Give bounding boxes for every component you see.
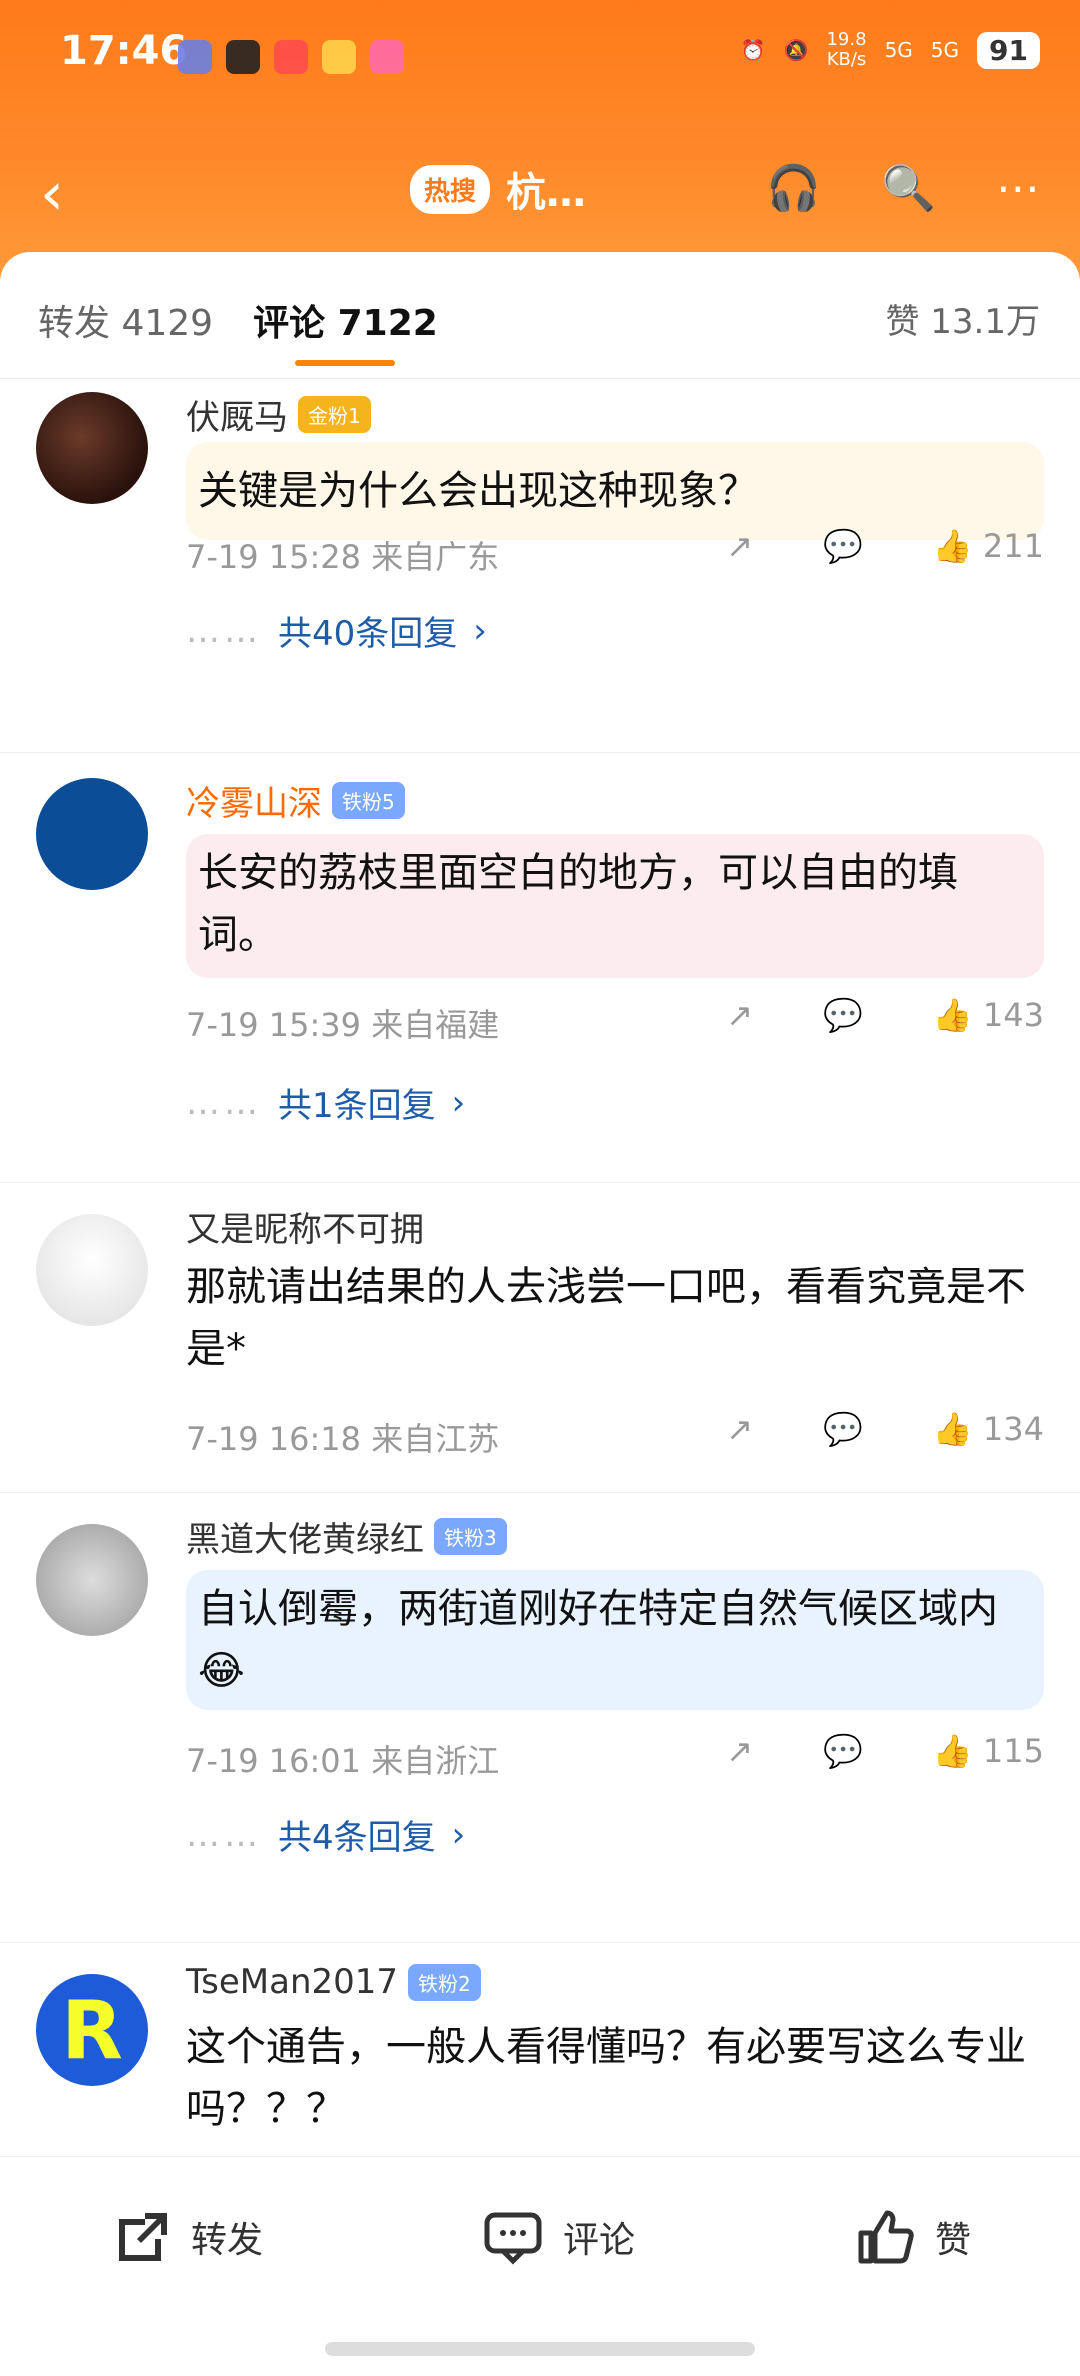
forward-button[interactable]: 转发 (109, 2205, 263, 2269)
comment-meta: 7-19 15:28 来自广东 (186, 538, 500, 576)
system-indicators: ⏰ 🔕 19.8 KB/s 5G 5G 91 (741, 30, 1040, 70)
comment-text[interactable]: 关键是为什么会出现这种现象？ (186, 442, 1044, 540)
chevron-right-icon: › (451, 1082, 466, 1123)
fan-badge: 铁粉3 (434, 1518, 507, 1555)
fan-badge: 金粉1 (298, 396, 371, 433)
view-replies[interactable]: …… 共4条回复 › (186, 1810, 465, 1859)
hot-search-badge: 热搜 (410, 164, 491, 214)
comment-actions: ↗ 💬 👍 134 (726, 1410, 1044, 1448)
reply-icon[interactable]: 💬 (823, 527, 863, 565)
mute-icon: 🔕 (783, 38, 809, 62)
headphones-icon[interactable]: 🎧 (766, 162, 821, 214)
view-replies[interactable]: …… 共40条回复 › (186, 606, 487, 655)
thumbs-up-icon: 👍 (932, 1732, 973, 1770)
comment-meta: 7-19 16:18 来自江苏 (186, 1420, 500, 1458)
comment-meta: 7-19 15:39 来自福建 (186, 1006, 500, 1044)
divider (0, 378, 1080, 379)
thumbs-up-icon: 👍 (932, 527, 973, 565)
share-icon[interactable]: ↗ (726, 1732, 753, 1770)
search-icon[interactable]: 🔍 (881, 162, 936, 214)
fan-badge: 铁粉5 (332, 782, 405, 819)
comment-text[interactable]: 这个通告，一般人看得懂吗？有必要写这么专业吗？？？ (186, 2016, 1044, 2140)
avatar[interactable] (36, 392, 148, 504)
header-bar: 17:46 ⏰ 🔕 19.8 KB/s 5G 5G 91 ‹ 热搜 杭… 🎧 🔍… (0, 0, 1080, 280)
back-icon[interactable]: ‹ (40, 164, 64, 224)
comment-text[interactable]: 那就请出结果的人去浅尝一口吧，看看究竟是不是* (186, 1256, 1044, 1380)
nav-bar: ‹ 热搜 杭… 🎧 🔍 ⋯ (0, 140, 1080, 250)
reply-icon[interactable]: 💬 (823, 1732, 863, 1770)
hot-search-title[interactable]: 热搜 杭… (410, 160, 586, 218)
chevron-right-icon: › (451, 1814, 466, 1855)
avatar[interactable] (36, 1524, 148, 1636)
share-icon[interactable]: ↗ (726, 527, 753, 565)
tab-likes[interactable]: 赞 13.1万 (885, 294, 1040, 343)
status-time: 17:46 (60, 28, 188, 74)
comment-text[interactable]: 自认倒霉，两街道刚好在特定自然气候区域内😂 (186, 1570, 1044, 1710)
tab-comments[interactable]: 评论 7122 (253, 294, 438, 366)
divider (0, 1942, 1080, 1943)
network-speed: 19.8 KB/s (826, 29, 867, 70)
avatar[interactable] (36, 1214, 148, 1326)
notification-app-icons (178, 40, 404, 74)
comment-text[interactable]: 长安的荔枝里面空白的地方，可以自由的填词。 (186, 834, 1044, 978)
comment-button[interactable]: 评论 (481, 2205, 635, 2269)
app-icon (370, 40, 404, 74)
signal-2: 5G (930, 38, 960, 62)
status-bar: 17:46 ⏰ 🔕 19.8 KB/s 5G 5G 91 (0, 0, 1080, 120)
app-icon (226, 40, 260, 74)
like-button[interactable]: 👍 134 (933, 1410, 1044, 1448)
comment-actions: ↗ 💬 👍 115 (726, 1732, 1044, 1770)
reply-icon[interactable]: 💬 (823, 996, 863, 1034)
signal-1: 5G (884, 38, 913, 62)
like-button[interactable]: 赞 (853, 2205, 971, 2269)
comment-actions: ↗ 💬 👍 143 (726, 996, 1044, 1034)
thumbs-up-icon (858, 2210, 914, 2264)
view-replies[interactable]: …… 共1条回复 › (186, 1078, 465, 1127)
bottom-action-bar: 转发 评论 赞 (0, 2156, 1080, 2317)
reply-icon[interactable]: 💬 (823, 1410, 863, 1448)
share-icon (118, 2213, 167, 2261)
avatar[interactable]: R (36, 1974, 148, 2086)
app-icon (322, 40, 356, 74)
tab-bar: 转发 4129 评论 7122 (38, 294, 438, 366)
like-button[interactable]: 👍 143 (933, 996, 1044, 1034)
divider (0, 1182, 1080, 1183)
alarm-icon: ⏰ (740, 38, 766, 62)
share-icon[interactable]: ↗ (726, 1410, 753, 1448)
app-icon (178, 40, 212, 74)
more-icon[interactable]: ⋯ (996, 163, 1040, 214)
tab-indicator (295, 360, 396, 366)
avatar[interactable] (36, 778, 148, 890)
like-button[interactable]: 👍 211 (933, 527, 1044, 565)
chevron-right-icon: › (473, 610, 487, 651)
comment-author[interactable]: 又是昵称不可拥 (186, 1202, 424, 1251)
home-indicator[interactable] (325, 2342, 755, 2356)
comment-author[interactable]: 伏厩马 金粉1 (186, 390, 371, 439)
topic-title: 杭… (506, 170, 587, 216)
comments-card: 转发 4129 评论 7122 赞 13.1万 伏厩马 金粉1 关键是为什么会出… (0, 252, 1080, 2152)
fan-badge: 铁粉2 (408, 1963, 481, 2001)
share-icon[interactable]: ↗ (726, 996, 753, 1034)
comment-meta: 7-19 16:01 来自浙江 (186, 1742, 500, 1780)
like-button[interactable]: 👍 115 (933, 1732, 1044, 1770)
thumbs-up-icon: 👍 (932, 1410, 973, 1448)
app-icon (274, 40, 308, 74)
nav-actions: 🎧 🔍 ⋯ (766, 162, 1040, 215)
comment-actions: ↗ 💬 👍 211 (726, 527, 1044, 565)
divider (0, 752, 1080, 753)
comment-author[interactable]: 冷雾山深 铁粉5 (186, 776, 405, 825)
comment-author[interactable]: TseMan2017 铁粉2 (186, 1962, 481, 2002)
comment-author[interactable]: 黑道大佬黄绿红 铁粉3 (186, 1512, 507, 1561)
comment-icon (484, 2212, 542, 2265)
battery-indicator: 91 (977, 31, 1040, 69)
tab-forward[interactable]: 转发 4129 (38, 294, 213, 346)
thumbs-up-icon: 👍 (932, 996, 973, 1034)
divider (0, 1492, 1080, 1493)
